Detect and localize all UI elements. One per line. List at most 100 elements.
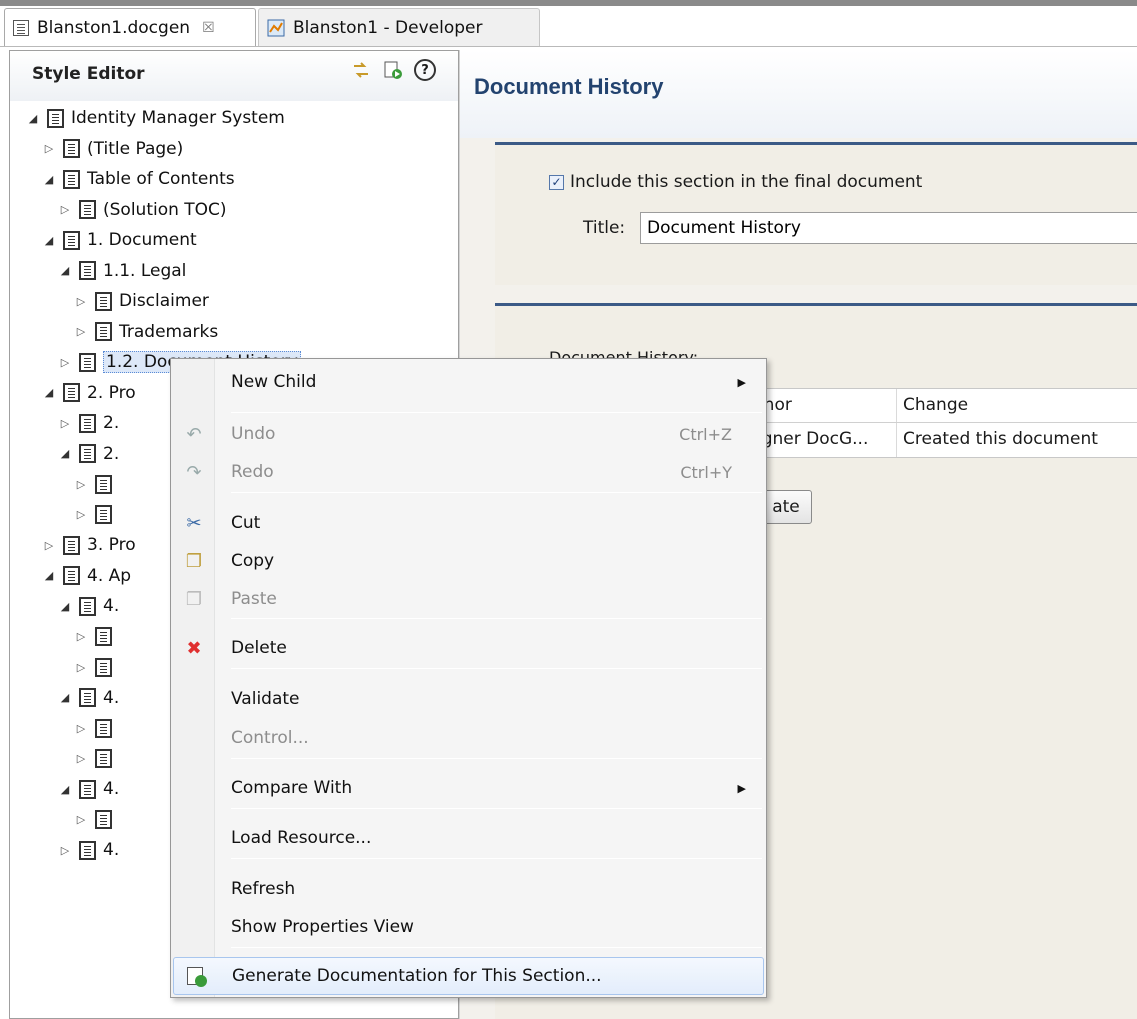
tree-item[interactable]: ▷ 3. Pro: [42, 531, 136, 559]
expanded-triangle-icon[interactable]: ◢: [42, 569, 56, 582]
tree-item[interactable]: ▷: [74, 806, 119, 834]
tree-item[interactable]: ▷: [74, 714, 119, 742]
menu-item-label: New Child: [231, 372, 317, 392]
menu-item-copy[interactable]: ❐ Copy: [173, 542, 764, 580]
tree-item[interactable]: ◢ 2.: [58, 440, 119, 468]
section-icon: [95, 505, 112, 524]
tree-item[interactable]: ▷ Trademarks: [74, 318, 218, 346]
expanded-triangle-icon[interactable]: ◢: [58, 447, 72, 460]
collapsed-triangle-icon[interactable]: ▷: [74, 813, 88, 826]
menu-item-redo[interactable]: ↷ Redo Ctrl+Y: [173, 453, 764, 491]
tree-item[interactable]: ▷ (Solution TOC): [58, 196, 227, 224]
tree-item[interactable]: ▷: [74, 501, 119, 529]
style-editor-header: Style Editor ?: [10, 51, 458, 101]
tree-item[interactable]: ◢ 2. Pro: [42, 379, 136, 407]
tab-docgen[interactable]: Blanston1.docgen ☒: [4, 8, 256, 46]
column-header-author[interactable]: thor: [751, 389, 897, 422]
expanded-triangle-icon[interactable]: ◢: [42, 386, 56, 399]
menu-item-refresh[interactable]: Refresh: [173, 870, 764, 908]
submenu-arrow-icon: ▶: [737, 781, 746, 795]
section-icon: [79, 444, 96, 463]
help-icon[interactable]: ?: [414, 59, 436, 81]
tree-item[interactable]: ◢ Table of Contents: [42, 165, 235, 193]
include-checkbox[interactable]: ✓: [549, 174, 564, 190]
generate-icon[interactable]: [382, 59, 404, 81]
menu-item-show-properties-view[interactable]: Show Properties View: [173, 908, 764, 946]
menu-item-undo[interactable]: ↶ Undo Ctrl+Z: [173, 415, 764, 453]
menu-item-label: Redo: [231, 462, 274, 482]
tree-item[interactable]: ◢ 4.: [58, 592, 119, 620]
menu-item-control[interactable]: Control...: [173, 719, 764, 757]
tree-item[interactable]: ◢ 1. Document: [42, 226, 197, 254]
tree-item[interactable]: ▷: [74, 623, 119, 651]
tree-item[interactable]: ▷: [74, 653, 119, 681]
expanded-triangle-icon[interactable]: ◢: [58, 783, 72, 796]
expanded-triangle-icon[interactable]: ◢: [58, 264, 72, 277]
menu-item-cut[interactable]: ✂ Cut: [173, 504, 764, 542]
section-icon: [79, 596, 96, 616]
menu-item-validate[interactable]: Validate: [173, 680, 764, 718]
tree-item[interactable]: ◢ 4.: [58, 684, 119, 712]
expanded-triangle-icon[interactable]: ◢: [42, 173, 56, 186]
toggle-link-icon[interactable]: [350, 59, 372, 81]
expanded-triangle-icon[interactable]: ◢: [58, 600, 72, 613]
collapsed-triangle-icon[interactable]: ▷: [74, 478, 88, 491]
tab-developer[interactable]: Blanston1 - Developer: [258, 8, 540, 46]
create-button[interactable]: ate: [760, 490, 812, 524]
collapsed-triangle-icon[interactable]: ▷: [58, 356, 72, 369]
tree-item[interactable]: ▷ 4.: [58, 836, 119, 864]
menu-item-compare-with[interactable]: Compare With ▶: [173, 769, 764, 807]
collapsed-triangle-icon[interactable]: ▷: [58, 203, 72, 216]
menu-item-label: Copy: [231, 551, 275, 571]
collapsed-triangle-icon[interactable]: ▷: [58, 417, 72, 430]
section-icon: [95, 718, 112, 738]
tree-item[interactable]: ◢ 1.1. Legal: [58, 257, 187, 285]
menu-item-load-resource[interactable]: Load Resource...: [173, 819, 764, 857]
expanded-triangle-icon[interactable]: ◢: [42, 234, 56, 247]
collapsed-triangle-icon[interactable]: ▷: [74, 661, 88, 674]
collapsed-triangle-icon[interactable]: ▷: [74, 295, 88, 308]
collapsed-triangle-icon[interactable]: ▷: [42, 142, 56, 155]
menu-item-label: Generate Documentation for This Section.…: [232, 966, 602, 986]
tree-item[interactable]: ▷ 2.: [58, 409, 119, 437]
collapsed-triangle-icon[interactable]: ▷: [74, 722, 88, 735]
menu-separator: [231, 668, 762, 669]
include-checkbox-row[interactable]: ✓ Include this section in the final docu…: [549, 172, 922, 192]
tree-item-label: 4. Ap: [87, 565, 132, 586]
tree-item[interactable]: ▷ Disclaimer: [74, 287, 209, 315]
menu-item-label: Cut: [231, 513, 261, 533]
collapsed-triangle-icon[interactable]: ▷: [74, 752, 88, 765]
close-tab-icon[interactable]: ☒: [202, 20, 215, 36]
collapsed-triangle-icon[interactable]: ▷: [58, 844, 72, 857]
editor-tab-bar: Blanston1.docgen ☒ Blanston1 - Developer: [0, 0, 1137, 47]
section-icon: [47, 108, 64, 128]
collapsed-triangle-icon[interactable]: ▷: [74, 630, 88, 643]
title-field[interactable]: [640, 212, 1137, 244]
menu-item-new-child[interactable]: New Child ▶: [173, 363, 764, 401]
expanded-triangle-icon[interactable]: ◢: [26, 112, 40, 125]
menu-item-delete[interactable]: ✖ Delete: [173, 629, 764, 667]
submenu-arrow-icon: ▶: [737, 375, 746, 389]
tree-item[interactable]: ▷: [74, 470, 119, 498]
menu-separator: [231, 758, 762, 759]
tree-item-label: 1.1. Legal: [103, 260, 187, 281]
column-header-change[interactable]: Change: [897, 389, 1137, 422]
section-icon: [95, 291, 112, 311]
expanded-triangle-icon[interactable]: ◢: [58, 691, 72, 704]
menu-item-generate-documentation-for-this-section[interactable]: Generate Documentation for This Section.…: [173, 957, 764, 995]
menu-item-label: Load Resource...: [231, 828, 372, 848]
menu-item-paste[interactable]: ❐ Paste: [173, 580, 764, 618]
tree-item[interactable]: ◢ 4. Ap: [42, 562, 131, 590]
table-row[interactable]: igner DocG... Created this document: [751, 423, 1137, 457]
tree-item[interactable]: ▷ (Title Page): [42, 135, 184, 163]
collapsed-triangle-icon[interactable]: ▷: [74, 325, 88, 338]
collapsed-triangle-icon[interactable]: ▷: [42, 539, 56, 552]
section-icon: [79, 352, 96, 372]
menu-item-label: Show Properties View: [231, 917, 414, 937]
tree-item-label: 2.: [103, 443, 120, 464]
tree-item[interactable]: ◢ 4.: [58, 775, 119, 803]
tree-item[interactable]: ▷: [74, 745, 119, 773]
context-menu: New Child ▶ ↶ Undo Ctrl+Z ↷ Redo Ctrl+Y ✂ Cut ❐ Cop…: [170, 358, 767, 998]
tree-item[interactable]: ◢ Identity Manager System: [26, 104, 285, 132]
collapsed-triangle-icon[interactable]: ▷: [74, 508, 88, 521]
